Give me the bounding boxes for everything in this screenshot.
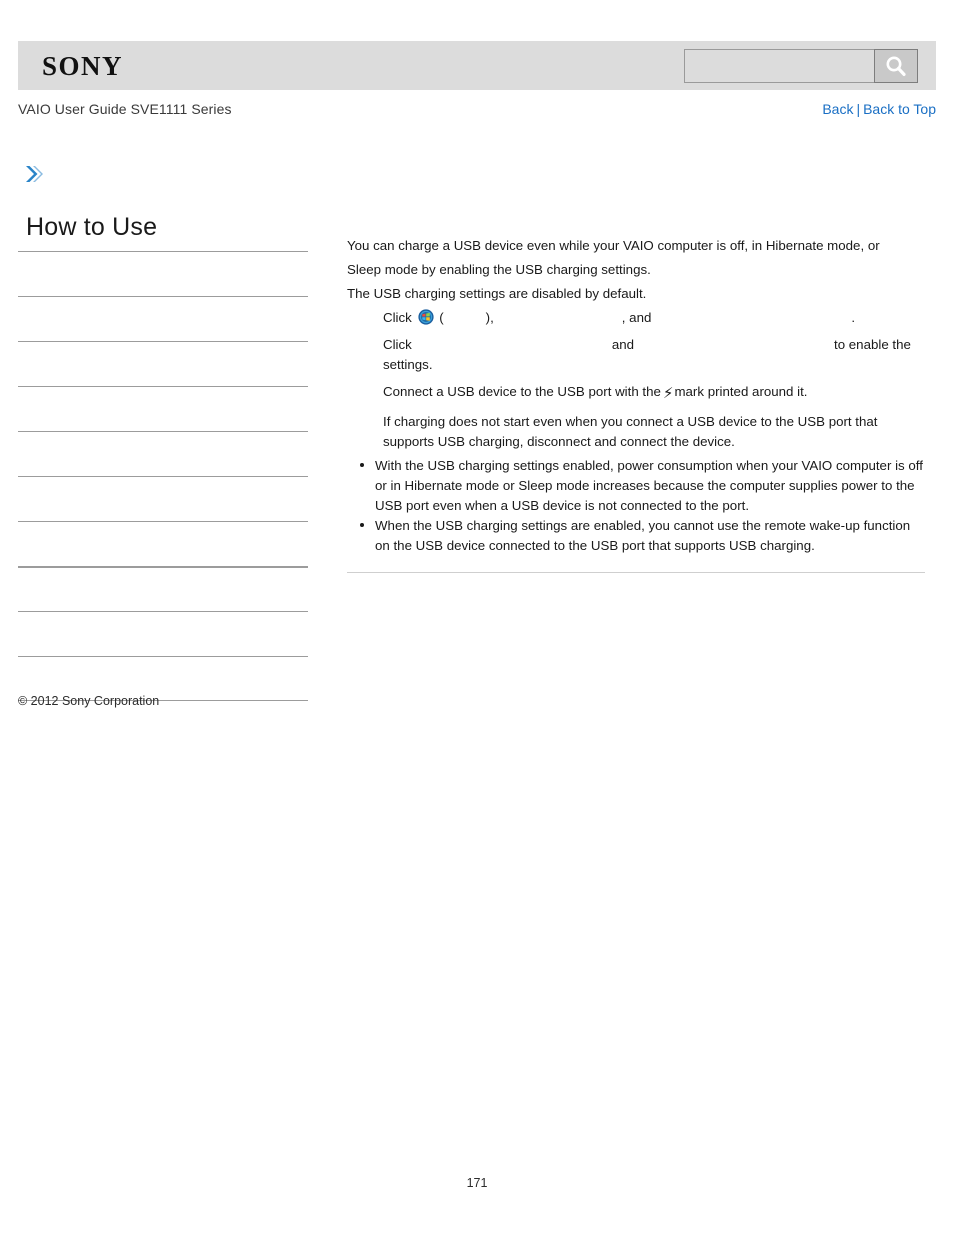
main-content: You can charge a USB device even while y… [347, 236, 925, 452]
step-1-period: . [851, 310, 856, 325]
bullet-icon [360, 463, 364, 467]
step-3-before-bolt: Connect a USB device to the USB port wit… [383, 384, 661, 399]
chevron-right-icon[interactable] [22, 163, 44, 185]
search-icon [883, 53, 909, 79]
bullet-icon [360, 523, 364, 527]
step-2-middle: and [611, 337, 634, 352]
intro-line-3: The USB charging settings are disabled b… [347, 286, 647, 301]
sidebar-item-2[interactable] [18, 296, 308, 341]
sidebar-item-8[interactable] [18, 566, 308, 611]
step-3-after-bolt: mark printed around it. [674, 384, 808, 399]
procedure-steps: Click (), , and. Click and to enable the se… [347, 308, 925, 402]
site-header: SONY [18, 41, 936, 90]
sony-logo: SONY [42, 51, 124, 81]
sidebar-item-5[interactable] [18, 431, 308, 476]
step-1: Click (), , and. [383, 308, 925, 328]
sidebar: How to Use [18, 212, 308, 701]
windows-start-orb-icon[interactable] [417, 309, 434, 325]
search-area [684, 49, 918, 83]
copyright-notice: © 2012 Sony Corporation [18, 694, 160, 708]
note-item-1-text: With the USB charging settings enabled, … [375, 458, 923, 513]
nav-separator: | [856, 101, 861, 117]
step-1-close-paren: ), [485, 310, 494, 325]
step-4-line-2: supports USB charging, disconnect and co… [383, 434, 735, 449]
document-title: VAIO User Guide SVE1111 Series [18, 101, 232, 117]
sidebar-item-3[interactable] [18, 341, 308, 386]
step-1-prefix: Click [383, 310, 412, 325]
step-2-prefix: Click [383, 337, 412, 352]
step-1-comma-and: , and [621, 310, 652, 325]
back-to-top-link[interactable]: Back to Top [863, 101, 936, 117]
header-nav-links: Back | Back to Top [822, 101, 936, 117]
sidebar-item-7[interactable] [18, 521, 308, 566]
note-item-2-text: When the USB charging settings are enabl… [375, 518, 911, 553]
search-input[interactable] [684, 49, 874, 83]
notes-list: With the USB charging settings enabled, … [347, 456, 925, 556]
note-item-1: With the USB charging settings enabled, … [360, 456, 925, 516]
step-2: Click and to enable the settings. [383, 335, 925, 375]
intro-line-1: You can charge a USB device even while y… [347, 238, 880, 253]
step-4-line-1: If charging does not start even when you… [383, 414, 878, 429]
sidebar-item-9[interactable] [18, 611, 308, 656]
procedure-note: If charging does not start even when you… [347, 412, 925, 452]
back-link[interactable]: Back [822, 101, 853, 117]
sidebar-item-1[interactable] [18, 251, 308, 296]
content-bottom-divider [347, 572, 925, 573]
step-2-suffix: to enable the settings. [383, 337, 911, 372]
step-1-open-paren: ( [439, 310, 444, 325]
intro-line-2: Sleep mode by enabling the USB charging … [347, 262, 651, 277]
lightning-bolt-icon: ⚡ [662, 384, 674, 402]
sidebar-item-6[interactable] [18, 476, 308, 521]
sidebar-item-4[interactable] [18, 386, 308, 431]
step-3: Connect a USB device to the USB port wit… [383, 382, 925, 402]
page-number: 171 [466, 1176, 488, 1190]
notes-section: With the USB charging settings enabled, … [347, 456, 925, 556]
page-title: How to Use [26, 213, 158, 241]
note-item-2: When the USB charging settings are enabl… [360, 516, 925, 556]
sidebar-nav-list [18, 251, 308, 701]
search-button[interactable] [874, 49, 918, 83]
